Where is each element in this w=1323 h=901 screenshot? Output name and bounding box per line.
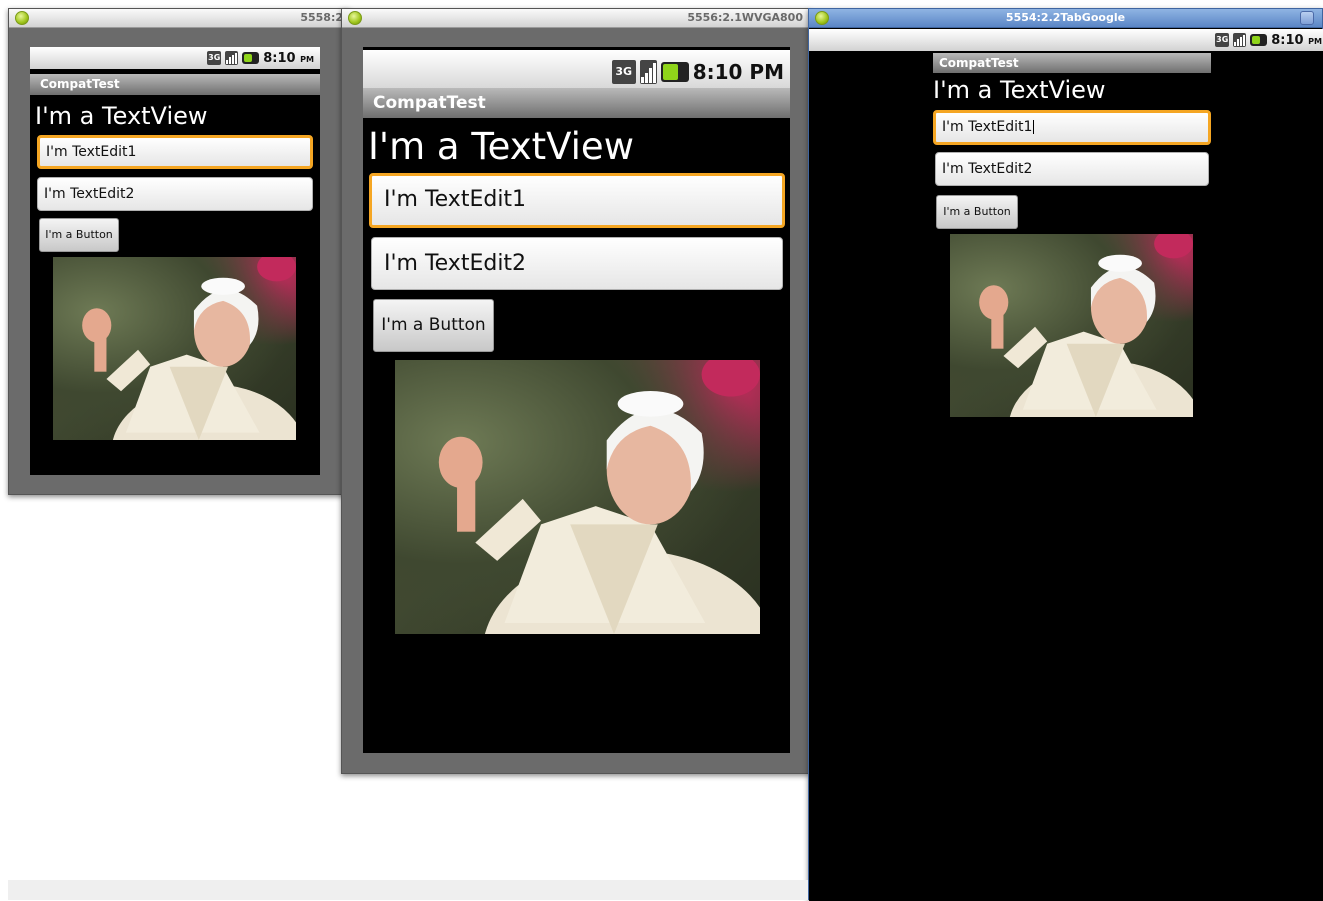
signal-icon — [1233, 33, 1247, 47]
window-titlebar[interactable]: 5556:2.1WVGA800 — [342, 9, 809, 28]
button[interactable]: I'm a Button — [936, 195, 1018, 229]
window-title: 5554:2.2TabGoogle — [1005, 11, 1126, 24]
emulator-window-5554[interactable]: 5554:2.2TabGoogle 3G 8:10 PM CompatTest … — [808, 8, 1323, 901]
device-screen[interactable]: 3G 8:10 PM CompatTest I'm a TextView I'm… — [809, 29, 1323, 901]
app-title-bar: CompatTest — [933, 53, 1211, 73]
battery-icon — [1250, 34, 1268, 46]
android-icon — [15, 11, 29, 25]
textedit2-field[interactable]: I'm TextEdit2 — [37, 177, 313, 211]
network-3g-icon: 3G — [611, 60, 636, 84]
button[interactable]: I'm a Button — [39, 218, 119, 252]
pope-photo — [395, 360, 760, 634]
pope-photo — [53, 257, 296, 440]
textview: I'm a TextView — [933, 76, 1106, 104]
signal-icon — [225, 51, 239, 65]
textedit1-field[interactable]: I'm TextEdit1 — [933, 110, 1211, 145]
emulator-window-5558[interactable]: 5558:2 3G 8:10 PM CompatTest I'm a TextV… — [8, 8, 350, 495]
desktop: 5558:2 3G 8:10 PM CompatTest I'm a TextV… — [0, 0, 1323, 901]
textedit1-field[interactable]: I'm TextEdit1 — [369, 173, 785, 228]
status-time: 8:10 PM — [1271, 32, 1322, 48]
textedit2-field[interactable]: I'm TextEdit2 — [935, 152, 1209, 186]
network-3g-icon: 3G — [207, 51, 222, 65]
device-screen[interactable]: 3G 8:10 PM CompatTest I'm a TextView I'm… — [363, 47, 790, 753]
status-time: 8:10 PM — [692, 60, 784, 84]
signal-icon — [639, 60, 657, 84]
battery-icon — [660, 62, 689, 82]
window-titlebar[interactable]: 5554:2.2TabGoogle — [809, 9, 1322, 28]
textedit2-field[interactable]: I'm TextEdit2 — [371, 237, 783, 290]
textview: I'm a TextView — [35, 102, 208, 130]
app-title-bar: CompatTest — [363, 88, 790, 118]
emulator-window-5556[interactable]: 5556:2.1WVGA800 3G 8:10 PM CompatTest I'… — [341, 8, 810, 774]
desktop-strip — [8, 880, 808, 900]
text-cursor — [1033, 120, 1035, 134]
textedit1-value: I'm TextEdit1 — [942, 119, 1033, 135]
button[interactable]: I'm a Button — [373, 299, 494, 352]
status-bar: 3G 8:10 PM — [30, 47, 320, 69]
window-title: 5556:2.1WVGA800 — [687, 11, 803, 24]
network-3g-icon: 3G — [1215, 33, 1230, 47]
minimize-icon[interactable] — [1300, 11, 1314, 25]
window-title: 5558:2 — [300, 11, 343, 24]
textedit1-field[interactable]: I'm TextEdit1 — [37, 135, 313, 169]
pope-photo — [950, 234, 1193, 417]
battery-icon — [242, 52, 260, 64]
status-bar: 3G 8:10 PM — [809, 29, 1323, 51]
status-time: 8:10 PM — [263, 50, 314, 66]
window-titlebar[interactable]: 5558:2 — [9, 9, 349, 28]
android-icon — [348, 11, 362, 25]
textview: I'm a TextView — [368, 125, 634, 168]
device-screen[interactable]: 3G 8:10 PM CompatTest I'm a TextView I'm… — [30, 47, 320, 475]
app-title-bar: CompatTest — [30, 74, 320, 95]
